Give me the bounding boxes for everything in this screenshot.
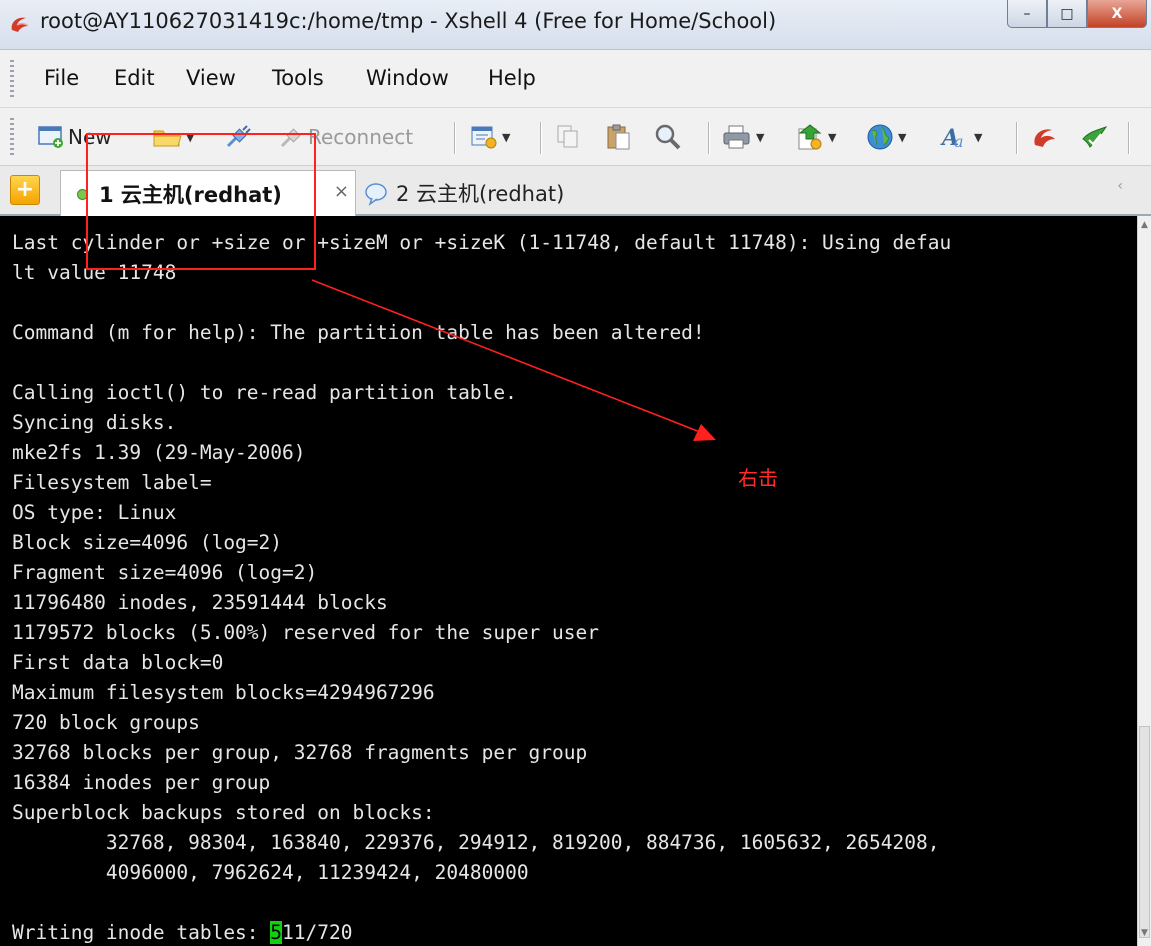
window-title: root@AY110627031419c:/home/tmp - Xshell … [40, 9, 777, 33]
xshell-logo-button[interactable] [1030, 122, 1060, 152]
close-button[interactable]: X [1087, 0, 1147, 28]
terminal-line: First data block=0 [12, 651, 224, 674]
toolbar-separator [708, 122, 709, 154]
tab-scroll-left-icon[interactable]: ‹ [1117, 178, 1123, 194]
globe-button[interactable]: ▼ [866, 122, 906, 152]
menu-tools[interactable]: Tools [272, 66, 324, 90]
globe-icon [867, 124, 893, 150]
chevron-down-icon: ▼ [756, 130, 765, 144]
tab-close-icon[interactable]: × [334, 181, 349, 202]
svg-text:a: a [954, 132, 964, 151]
terminal-line: Maximum filesystem blocks=4294967296 [12, 681, 435, 704]
menu-view[interactable]: View [186, 66, 236, 90]
xftp-icon [1082, 126, 1108, 148]
printer-icon [723, 125, 750, 149]
terminal-line: Superblock backups stored on blocks: [12, 801, 435, 824]
xshell-logo-icon [1034, 129, 1055, 147]
terminal-line: 32768, 98304, 163840, 229376, 294912, 81… [12, 831, 940, 854]
properties-icon [471, 126, 497, 149]
new-tab-button[interactable]: + [10, 175, 40, 205]
paste-button[interactable] [606, 122, 632, 152]
properties-button[interactable]: ▼ [470, 122, 510, 152]
terminal-line: 11796480 inodes, 23591444 blocks [12, 591, 388, 614]
transfer-button[interactable]: ▼ [796, 122, 836, 152]
paste-icon [607, 124, 630, 150]
terminal-line: 16384 inodes per group [12, 771, 271, 794]
terminal-line: 32768 blocks per group, 32768 fragments … [12, 741, 588, 764]
annotation-highlight-box [86, 133, 316, 270]
copy-button[interactable] [556, 122, 580, 152]
file-transfer-icon [798, 124, 822, 150]
terminal-line: 1179572 blocks (5.00%) reserved for the … [12, 621, 599, 644]
search-icon [655, 124, 681, 150]
font-icon: A a [940, 125, 964, 151]
terminal-cursor: 5 [270, 921, 283, 944]
chevron-down-icon: ▼ [502, 130, 511, 144]
print-button[interactable]: ▼ [722, 122, 764, 152]
terminal-line: Fragment size=4096 (log=2) [12, 561, 318, 584]
terminal-line: 4096000, 7962624, 11239424, 20480000 [12, 861, 529, 884]
chevron-down-icon: ▼ [974, 130, 983, 144]
menu-help[interactable]: Help [488, 66, 536, 90]
toolbar-separator [1016, 122, 1017, 154]
toolbar-separator [454, 122, 455, 154]
terminal-line: Block size=4096 (log=2) [12, 531, 283, 554]
annotation-label: 右击 [738, 466, 778, 490]
terminal-line: OS type: Linux [12, 501, 177, 524]
title-bar: root@AY110627031419c:/home/tmp - Xshell … [0, 0, 1151, 50]
copy-icon [557, 125, 578, 148]
menu-file[interactable]: File [44, 66, 79, 90]
menubar-grip[interactable] [10, 60, 14, 98]
session-chat-icon [365, 183, 387, 206]
minimize-button[interactable]: – [1007, 0, 1047, 28]
progress-suffix: 11/720 [282, 921, 353, 944]
minimize-icon: – [1023, 5, 1031, 22]
terminal-scrollbar[interactable]: ▲ ▼ [1137, 216, 1151, 946]
terminal-current-line: Writing inode tables: 511/720 [12, 918, 352, 946]
chevron-down-icon: ▼ [898, 130, 907, 144]
terminal-line: Command (m for help): The partition tabl… [12, 321, 705, 344]
scroll-up-icon[interactable]: ▲ [1139, 220, 1150, 230]
font-button[interactable]: A a ▼ [940, 122, 982, 152]
toolbar-separator [540, 122, 541, 154]
terminal-output[interactable]: Last cylinder or +size or +sizeM or +siz… [0, 216, 1137, 946]
tab-session-2-label: 2 云主机(redhat) [396, 182, 565, 206]
menu-edit[interactable]: Edit [114, 66, 155, 90]
xshell-app-icon[interactable] [8, 12, 32, 36]
reconnect-label: Reconnect [308, 125, 414, 149]
toolbar-separator [1128, 122, 1129, 154]
progress-prefix: Writing inode tables: [12, 921, 271, 944]
new-session-icon [38, 126, 63, 148]
terminal-line: Calling ioctl() to re-read partition tab… [12, 381, 517, 404]
chevron-down-icon: ▼ [828, 130, 837, 144]
menu-window[interactable]: Window [366, 66, 449, 90]
maximize-icon: □ [1060, 5, 1074, 22]
menu-bar: File Edit View Tools Window Help [0, 50, 1151, 108]
terminal-line: 720 block groups [12, 711, 200, 734]
terminal-line: mke2fs 1.39 (29-May-2006) [12, 441, 306, 464]
scrollbar-thumb[interactable] [1139, 726, 1150, 938]
xftp-button[interactable] [1080, 122, 1110, 152]
scroll-down-icon[interactable]: ▼ [1139, 928, 1150, 938]
maximize-button[interactable]: □ [1047, 0, 1087, 28]
find-button[interactable] [654, 122, 682, 152]
terminal-line: Syncing disks. [12, 411, 177, 434]
window-controls: – □ X [1007, 0, 1147, 30]
toolbar-grip[interactable] [10, 118, 14, 156]
close-icon: X [1111, 5, 1123, 22]
terminal-line: Filesystem label= [12, 471, 212, 494]
